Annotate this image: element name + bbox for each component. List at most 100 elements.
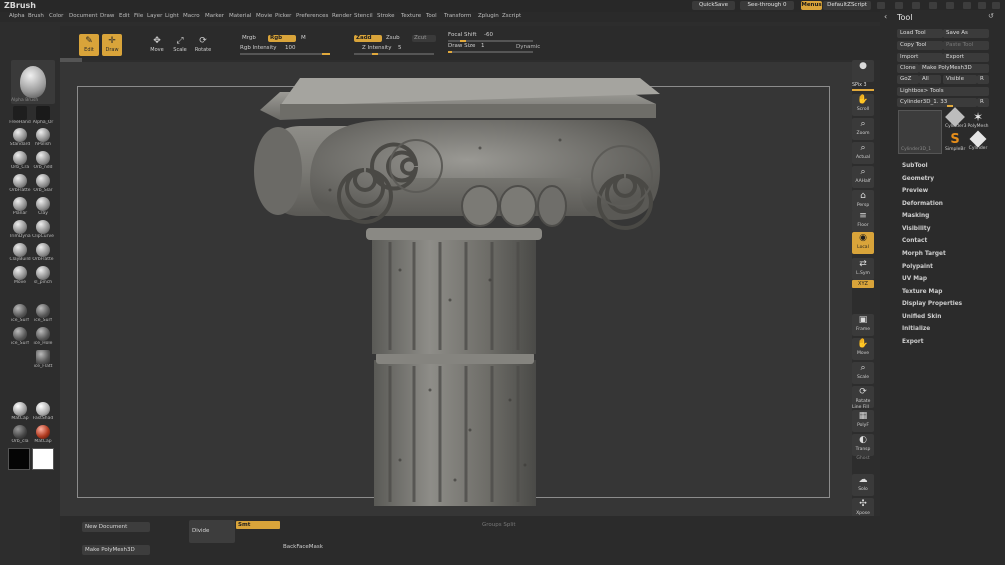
make-polymesh-button[interactable]: Make PolyMesh3D [919,64,989,73]
actual-button[interactable]: ⌕ Actual [852,142,874,164]
subpalette-morph-target[interactable]: Morph Target [902,251,946,257]
menu-document[interactable]: Document [69,13,98,19]
brush-ice-surface-3[interactable]: ice_Surf [9,327,31,346]
material-fastshader[interactable]: FastShad [32,402,54,421]
subpalette-export[interactable]: Export [902,339,923,345]
focal-shift-slider[interactable]: Focal Shift -60 [448,32,533,42]
subpalette-deformation[interactable]: Deformation [902,201,943,207]
menu-picker[interactable]: Picker [275,13,291,19]
brush-trimdynamic[interactable]: TrimDyna [9,220,31,239]
subpalette-visibility[interactable]: Visibility [902,226,930,232]
load-tool-button[interactable]: Load Tool [897,29,943,38]
subpalette-subtool[interactable]: SubTool [902,163,928,169]
menu-zscript[interactable]: Zscript [502,13,521,19]
close-icon[interactable] [992,2,1000,9]
brush-move[interactable]: Move [9,266,31,285]
current-tool-slider[interactable]: Cylinder3D_1. 33 [897,98,977,107]
menu-brush[interactable]: Brush [28,13,44,19]
floor-button[interactable]: ≡ Floor [852,210,874,232]
tool-thumb-cylinder-2[interactable]: Cylinder [967,130,989,154]
import-button[interactable]: Import [897,53,943,62]
rgb-button[interactable]: Rgb [268,35,296,42]
brush-hpolish[interactable]: hPolish [32,128,54,147]
dynamic-button[interactable]: Dynamic [516,44,540,50]
divide-button[interactable]: Divide [189,520,235,543]
subpalette-contact[interactable]: Contact [902,238,927,244]
maximize-icon[interactable] [978,2,986,9]
menu-stroke[interactable]: Stroke [377,13,395,19]
subpalette-unified-skin[interactable]: Unified Skin [902,314,941,320]
goz-r-button[interactable]: R [977,75,989,84]
brush-claybuildup[interactable]: ClayBuild [9,243,31,262]
subpalette-display-properties[interactable]: Display Properties [902,301,962,307]
mrgb-button[interactable]: Mrgb [242,35,256,41]
brush-ice-flatten[interactable]: ice_Flatt [32,350,54,369]
lightbox-tools-button[interactable]: Lightbox> Tools [897,87,989,96]
main-color-swatch[interactable] [32,448,54,470]
tool-thumb-simplebrush[interactable]: S SimpleBr [945,132,965,154]
menu-preferences[interactable]: Preferences [296,13,328,19]
brush-orb-flatten[interactable]: OrbFlatte [9,174,31,193]
brush-planar[interactable]: Planar [9,197,31,216]
subpalette-geometry[interactable]: Geometry [902,176,934,182]
transp-button[interactable]: ◐ Transp [852,434,874,456]
menus-button[interactable]: Menus [801,1,822,10]
brush-ice-surface-2[interactable]: ice_Surf [32,304,54,323]
secondary-color-swatch[interactable] [8,448,30,470]
menu-material[interactable]: Material [229,13,251,19]
menu-stencil[interactable]: Stencil [354,13,373,19]
brush-clay[interactable]: Clay [32,197,54,216]
brush-orb-cracks[interactable]: Orb_Cra [9,151,31,170]
subpalette-texture-map[interactable]: Texture Map [902,289,942,295]
brush-ice-surface-1[interactable]: ice_Surf [9,304,31,323]
subpalette-uv-map[interactable]: UV Map [902,276,927,282]
menu-movie[interactable]: Movie [256,13,272,19]
menu-macro[interactable]: Macro [183,13,200,19]
canvas-scroll-indicator[interactable] [60,58,82,62]
zoom-button[interactable]: ⌕ Zoom [852,118,874,140]
subpalette-initialize[interactable]: Initialize [902,326,930,332]
move-button[interactable]: ✥ Move [147,34,167,56]
goz-button[interactable]: GoZ [897,75,919,84]
brush-freehand[interactable]: FreeHand [9,106,31,125]
solo-button[interactable]: ☁ Solo [852,474,874,496]
xyz-button[interactable]: XYZ [852,280,874,288]
visible-button[interactable]: Visible [943,75,977,84]
help-icon[interactable] [877,2,885,9]
current-tool-thumbnail[interactable]: Cylinder3D_1 [898,110,942,154]
menu-marker[interactable]: Marker [205,13,224,19]
menu-layer[interactable]: Layer [147,13,162,19]
zsub-button[interactable]: Zsub [386,35,400,41]
spix-setting[interactable]: SPix 3 [852,83,867,88]
copy-tool-button[interactable]: Copy Tool [897,41,943,50]
rgb-intensity-slider[interactable]: Rgb Intensity 100 [240,45,330,55]
tool-thumb-polymesh[interactable]: ✶ PolyMesh [967,110,989,130]
subpalette-polypaint[interactable]: Polypaint [902,264,933,270]
menu-edit[interactable]: Edit [119,13,130,19]
brush-orb-ndd[interactable]: Orb_ndd [32,151,54,170]
subpalette-masking[interactable]: Masking [902,213,929,219]
current-tool-r-button[interactable]: R [977,98,989,107]
lsym-button[interactable]: ⇄ L.Sym [852,258,874,280]
layout2-icon[interactable] [912,2,920,9]
menu-alpha[interactable]: Alpha [9,13,25,19]
scale-button[interactable]: ⤢ Scale [170,34,190,56]
layout3-icon[interactable] [929,2,937,9]
groups-split-button[interactable]: Groups Split [482,522,526,528]
persp-button[interactable]: ⌂ Persp [852,190,874,212]
save-as-button[interactable]: Save As [943,29,989,38]
menu-light[interactable]: Light [165,13,179,19]
move-view-button[interactable]: ✋ Move [852,338,874,360]
smt-toggle[interactable]: Smt [236,521,280,529]
menu-color[interactable]: Color [49,13,63,19]
paste-tool-button[interactable]: Paste Tool [943,41,989,50]
new-document-button[interactable]: New Document [82,522,150,532]
polyf-button[interactable]: ▦ PolyF [852,410,874,432]
material-matcap-red[interactable]: MatCap [32,425,54,444]
m-button[interactable]: M [301,35,306,41]
menu-file[interactable]: File [134,13,143,19]
menu-render[interactable]: Render [332,13,352,19]
rotate-button[interactable]: ⟳ Rotate [193,34,213,56]
export-button[interactable]: Export [943,53,989,62]
scale-view-button[interactable]: ⌕ Scale [852,362,874,384]
